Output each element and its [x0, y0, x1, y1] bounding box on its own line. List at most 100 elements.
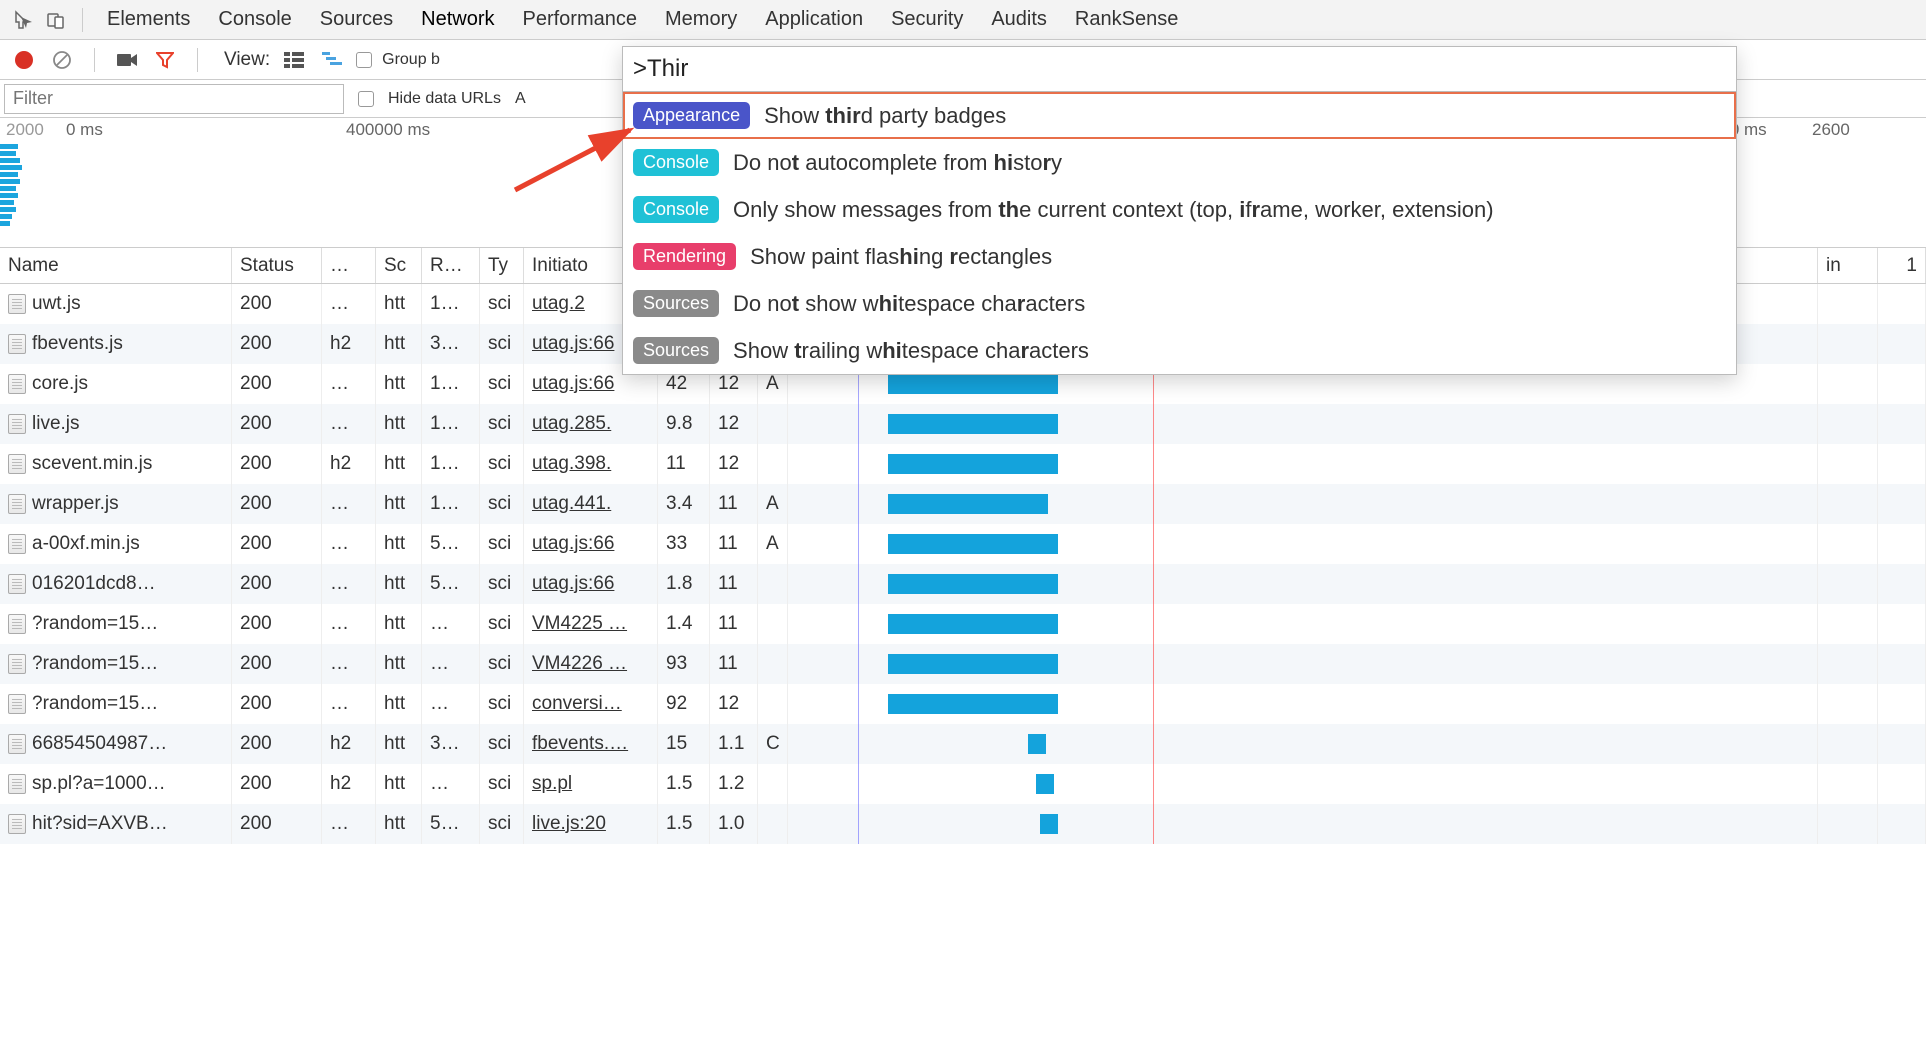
command-menu-item[interactable]: AppearanceShow third party badges: [623, 92, 1736, 139]
initiator-link[interactable]: utag.398.: [532, 453, 611, 475]
initiator-link[interactable]: conversi…: [532, 693, 622, 715]
initiator-link[interactable]: VM4226 …: [532, 653, 627, 675]
filter-input[interactable]: [4, 84, 344, 114]
cell-time: 11: [710, 484, 758, 524]
clear-button[interactable]: [48, 46, 76, 74]
waterfall-bar: [888, 494, 1048, 514]
initiator-link[interactable]: utag.2: [532, 293, 585, 315]
initiator-link[interactable]: VM4225 …: [532, 613, 627, 635]
table-row[interactable]: 016201dcd8…200…htt5…sciutag.js:661.811: [0, 564, 1926, 604]
initiator-link[interactable]: sp.pl: [532, 773, 572, 795]
device-toggle-icon[interactable]: [42, 6, 70, 34]
col-type[interactable]: Ty: [480, 248, 524, 283]
cell-time: 11: [710, 644, 758, 684]
cell-time: 1.2: [710, 764, 758, 804]
waterfall-bar: [888, 574, 1058, 594]
table-row[interactable]: ?random=15…200…htt…sciVM4225 …1.411: [0, 604, 1926, 644]
cell-scheme: htt: [376, 404, 422, 444]
table-row[interactable]: a-00xf.min.js200…htt5…sciutag.js:663311A: [0, 524, 1926, 564]
tab-network[interactable]: Network: [421, 2, 494, 37]
cell-in: [1818, 684, 1878, 724]
waterfall-bar: [888, 534, 1058, 554]
inspect-element-icon[interactable]: [10, 6, 38, 34]
cell-scheme: htt: [376, 324, 422, 364]
request-name: fbevents.js: [32, 333, 123, 355]
cell-protocol: …: [322, 284, 376, 324]
cell-scheme: htt: [376, 804, 422, 844]
command-input[interactable]: [633, 55, 1726, 83]
cell-in: [1818, 524, 1878, 564]
request-name: live.js: [32, 413, 80, 435]
file-icon: [8, 614, 26, 634]
col-protocol[interactable]: …: [322, 248, 376, 283]
filter-type-all[interactable]: A: [515, 90, 526, 108]
tab-security[interactable]: Security: [891, 2, 963, 37]
cell-size: 1.8: [658, 564, 710, 604]
command-text: Show paint flashing rectangles: [750, 244, 1052, 270]
cell-time: 12: [710, 444, 758, 484]
table-row[interactable]: ?random=15…200…htt…sciconversi…9212: [0, 684, 1926, 724]
large-rows-icon[interactable]: [280, 46, 308, 74]
cell-last: [1878, 524, 1926, 564]
table-row[interactable]: 66854504987…200h2htt3…scifbevents.…151.1…: [0, 724, 1926, 764]
table-row[interactable]: hit?sid=AXVB…200…htt5…scilive.js:201.51.…: [0, 804, 1926, 844]
tab-sources[interactable]: Sources: [320, 2, 393, 37]
hide-data-urls-checkbox[interactable]: [358, 91, 374, 107]
initiator-link[interactable]: utag.285.: [532, 413, 611, 435]
table-row[interactable]: sp.pl?a=1000…200h2htt…scisp.pl1.51.2: [0, 764, 1926, 804]
cell-remote: …: [422, 644, 480, 684]
initiator-link[interactable]: utag.441.: [532, 493, 611, 515]
command-menu-item[interactable]: SourcesDo not show whitespace characters: [623, 280, 1736, 327]
table-row[interactable]: live.js200…htt1…sciutag.285.9.812: [0, 404, 1926, 444]
cell-last: [1878, 644, 1926, 684]
cell-extra: [758, 444, 788, 484]
filter-funnel-icon[interactable]: [151, 46, 179, 74]
col-status[interactable]: Status: [232, 248, 322, 283]
tab-audits[interactable]: Audits: [991, 2, 1047, 37]
camera-icon[interactable]: [113, 46, 141, 74]
file-icon: [8, 694, 26, 714]
initiator-link[interactable]: utag.js:66: [532, 333, 614, 355]
col-in[interactable]: in: [1818, 248, 1878, 283]
col-last[interactable]: 1: [1878, 248, 1926, 283]
table-row[interactable]: wrapper.js200…htt1…sciutag.441.3.411A: [0, 484, 1926, 524]
cell-size: 1.5: [658, 804, 710, 844]
waterfall-view-icon[interactable]: [318, 46, 346, 74]
col-remote[interactable]: R…: [422, 248, 480, 283]
cell-status: 200: [232, 444, 322, 484]
tab-elements[interactable]: Elements: [107, 2, 190, 37]
file-icon: [8, 374, 26, 394]
tab-performance[interactable]: Performance: [523, 2, 638, 37]
col-scheme[interactable]: Sc: [376, 248, 422, 283]
table-row[interactable]: ?random=15…200…htt…sciVM4226 …9311: [0, 644, 1926, 684]
record-button[interactable]: [10, 46, 38, 74]
cell-waterfall: [788, 644, 1818, 684]
table-row[interactable]: scevent.min.js200h2htt1…sciutag.398.1112: [0, 444, 1926, 484]
command-menu-item[interactable]: ConsoleOnly show messages from the curre…: [623, 186, 1736, 233]
command-menu-item[interactable]: RenderingShow paint flashing rectangles: [623, 233, 1736, 280]
cell-last: [1878, 764, 1926, 804]
file-icon: [8, 294, 26, 314]
tab-application[interactable]: Application: [765, 2, 863, 37]
initiator-link[interactable]: fbevents.…: [532, 733, 628, 755]
initiator-link[interactable]: utag.js:66: [532, 373, 614, 395]
tab-console[interactable]: Console: [218, 2, 291, 37]
cell-scheme: htt: [376, 364, 422, 404]
cell-protocol: …: [322, 484, 376, 524]
request-name: ?random=15…: [32, 653, 158, 675]
command-text: Do not show whitespace characters: [733, 291, 1085, 317]
initiator-link[interactable]: utag.js:66: [532, 533, 614, 555]
command-menu-item[interactable]: ConsoleDo not autocomplete from history: [623, 139, 1736, 186]
tab-ranksense[interactable]: RankSense: [1075, 2, 1178, 37]
cell-remote: 5…: [422, 804, 480, 844]
tab-memory[interactable]: Memory: [665, 2, 737, 37]
cell-time: 12: [710, 684, 758, 724]
command-menu-item[interactable]: SourcesShow trailing whitespace characte…: [623, 327, 1736, 374]
initiator-link[interactable]: live.js:20: [532, 813, 606, 835]
group-checkbox[interactable]: [356, 52, 372, 68]
cell-status: 200: [232, 484, 322, 524]
cell-in: [1818, 404, 1878, 444]
initiator-link[interactable]: utag.js:66: [532, 573, 614, 595]
col-name[interactable]: Name: [0, 248, 232, 283]
cell-protocol: …: [322, 364, 376, 404]
